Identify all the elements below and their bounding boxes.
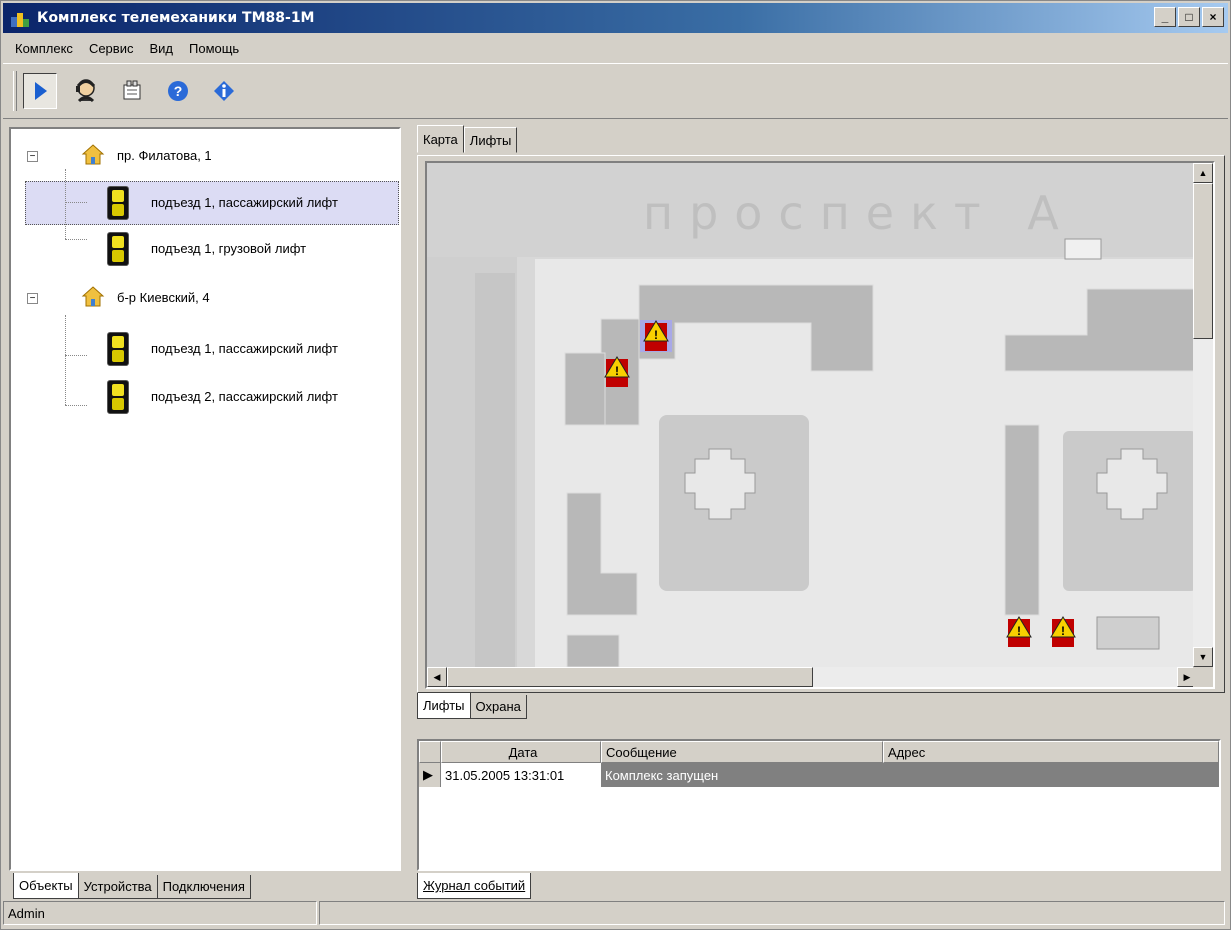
tree-item-elevator[interactable]: подъезд 1, пассажирский лифт xyxy=(11,327,391,373)
app-window: Комплекс телемеханики ТМ88-1М _ □ × Комп… xyxy=(0,0,1231,930)
horizontal-scroll-thumb[interactable] xyxy=(447,667,813,687)
pointer-icon xyxy=(35,82,47,100)
tab-elevators[interactable]: Лифты xyxy=(463,127,518,153)
tree-item-elevator[interactable]: подъезд 2, пассажирский лифт xyxy=(11,375,391,421)
operator-button[interactable] xyxy=(69,73,103,109)
svg-text:!: ! xyxy=(654,328,658,342)
menu-complex[interactable]: Комплекс xyxy=(7,39,81,58)
collapse-toggle[interactable]: − xyxy=(27,151,38,162)
tree-group-filatova[interactable]: − пр. Филатова, 1 xyxy=(11,133,391,179)
tab-objects[interactable]: Объекты xyxy=(13,873,79,899)
events-grid[interactable]: Дата Сообщение Адрес ▶ 31.05.2005 13:31:… xyxy=(417,739,1221,871)
tree-item-label: подъезд 1, пассажирский лифт xyxy=(151,195,338,210)
svg-text:!: ! xyxy=(1061,624,1065,638)
info-icon xyxy=(214,81,234,101)
status-pane-empty xyxy=(319,901,1225,925)
help-button[interactable]: ? xyxy=(161,73,195,109)
tab-devices[interactable]: Устройства xyxy=(77,875,158,899)
elevator-marker[interactable]: ! xyxy=(639,319,673,353)
house-icon xyxy=(81,286,105,307)
elevator-icon xyxy=(107,332,129,366)
map-view[interactable]: проспект А ! ! ! ! ▲ ▼ ◀ ▶ xyxy=(425,161,1215,689)
toolbar-grip[interactable] xyxy=(13,71,17,111)
scroll-up-button[interactable]: ▲ xyxy=(1193,163,1213,183)
events-header: Дата Сообщение Адрес xyxy=(419,741,1219,763)
title-bar[interactable]: Комплекс телемеханики ТМ88-1М _ □ × xyxy=(3,3,1228,33)
svg-text:?: ? xyxy=(174,83,183,99)
events-tabs: Журнал событий xyxy=(417,873,532,899)
tab-connections[interactable]: Подключения xyxy=(156,875,251,899)
tab-map-security[interactable]: Охрана xyxy=(469,695,527,719)
tree-group-label: пр. Филатова, 1 xyxy=(117,148,212,163)
minimize-button[interactable]: _ xyxy=(1154,7,1176,27)
toolbar: ? xyxy=(3,63,1228,119)
elevator-icon xyxy=(107,186,129,220)
column-address[interactable]: Адрес xyxy=(883,741,1219,763)
tree-item-label: подъезд 1, пассажирский лифт xyxy=(151,341,338,356)
horizontal-scrollbar[interactable]: ◀ ▶ xyxy=(427,667,1197,687)
status-bar: Admin xyxy=(3,901,1228,927)
elevator-icon xyxy=(107,232,129,266)
elevator-marker[interactable]: ! xyxy=(601,355,633,389)
left-tabs: Объекты Устройства Подключения xyxy=(13,873,251,899)
tree-item-elevator[interactable]: подъезд 1, пассажирский лифт xyxy=(11,181,391,227)
pointer-button[interactable] xyxy=(23,73,57,109)
tree-item-elevator[interactable]: подъезд 1, грузовой лифт xyxy=(11,227,391,273)
maximize-button[interactable]: □ xyxy=(1178,7,1200,27)
status-user: Admin xyxy=(3,901,317,925)
svg-text:!: ! xyxy=(1017,624,1021,638)
cell-message: Комплекс запущен xyxy=(601,763,883,787)
menu-help[interactable]: Помощь xyxy=(181,39,247,58)
network-icon xyxy=(123,80,141,100)
network-button[interactable] xyxy=(115,73,149,109)
help-icon: ? xyxy=(168,81,188,101)
top-tabs: Карта Лифты xyxy=(417,125,518,153)
tab-event-log[interactable]: Журнал событий xyxy=(417,873,532,899)
map-canvas: проспект А xyxy=(427,163,1197,667)
row-pointer-icon: ▶ xyxy=(419,763,441,787)
elevator-marker[interactable]: ! xyxy=(1003,615,1035,649)
close-button[interactable]: × xyxy=(1202,7,1224,27)
svg-text:!: ! xyxy=(615,364,619,378)
tree-group-kievsky[interactable]: − б-р Киевский, 4 xyxy=(11,275,391,321)
vertical-scroll-thumb[interactable] xyxy=(1193,183,1213,339)
collapse-toggle[interactable]: − xyxy=(27,293,38,304)
elevator-icon xyxy=(107,380,129,414)
menu-bar: Комплекс Сервис Вид Помощь xyxy=(3,35,1228,61)
street-label: проспект А xyxy=(643,186,1075,240)
app-icon xyxy=(9,7,31,29)
window-title: Комплекс телемеханики ТМ88-1М xyxy=(37,10,315,26)
row-indicator-header xyxy=(419,741,441,763)
tab-map[interactable]: Карта xyxy=(417,125,464,153)
table-row[interactable]: ▶ 31.05.2005 13:31:01 Комплекс запущен xyxy=(419,763,1219,787)
tab-map-elevators[interactable]: Лифты xyxy=(417,693,471,719)
house-icon xyxy=(81,144,105,165)
operator-icon xyxy=(76,79,96,103)
tree-group-label: б-р Киевский, 4 xyxy=(117,290,210,305)
vertical-scrollbar[interactable]: ▲ ▼ xyxy=(1193,163,1213,667)
tree-item-label: подъезд 1, грузовой лифт xyxy=(151,241,307,256)
menu-service[interactable]: Сервис xyxy=(81,39,142,58)
scroll-corner xyxy=(1193,667,1213,687)
menu-view[interactable]: Вид xyxy=(141,39,181,58)
map-tabs: Лифты Охрана xyxy=(417,693,527,719)
cell-address xyxy=(883,763,1219,787)
column-message[interactable]: Сообщение xyxy=(601,741,883,763)
elevator-marker[interactable]: ! xyxy=(1047,615,1079,649)
tree-item-label: подъезд 2, пассажирский лифт xyxy=(151,389,338,404)
cell-date: 31.05.2005 13:31:01 xyxy=(445,767,565,783)
info-button[interactable] xyxy=(207,73,241,109)
objects-tree[interactable]: − пр. Филатова, 1 подъезд 1, пассажирски… xyxy=(9,127,401,871)
scroll-left-button[interactable]: ◀ xyxy=(427,667,447,687)
scroll-down-button[interactable]: ▼ xyxy=(1193,647,1213,667)
column-date[interactable]: Дата xyxy=(441,741,601,763)
